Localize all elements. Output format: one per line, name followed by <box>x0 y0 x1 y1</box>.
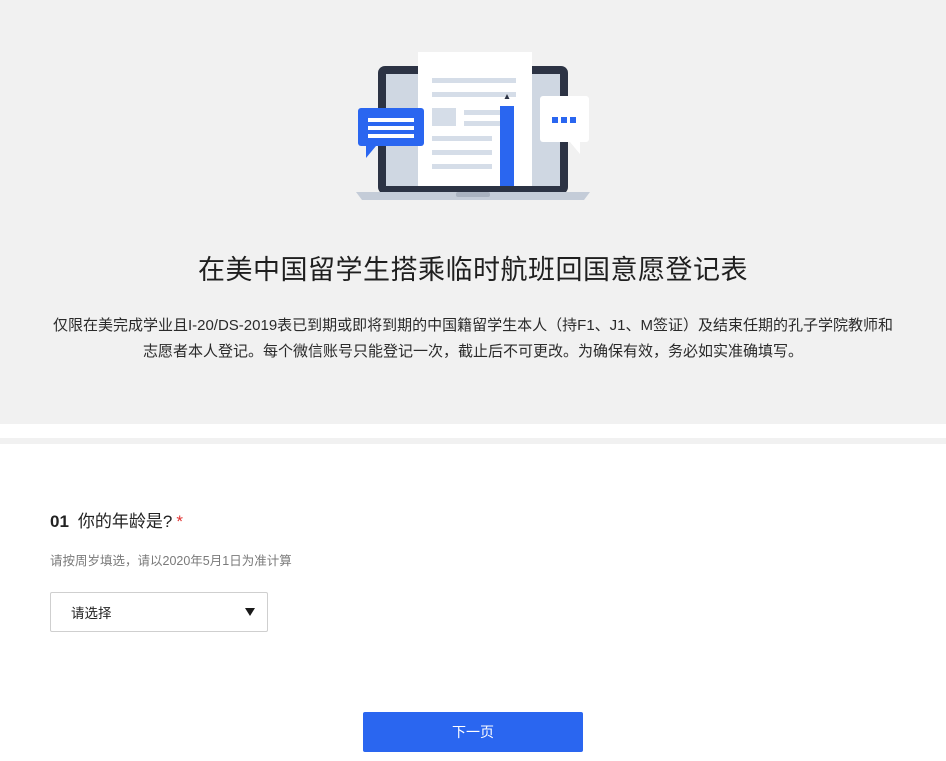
age-select[interactable]: 请选择 <box>50 592 268 632</box>
section-gap <box>0 424 946 438</box>
next-page-button[interactable]: 下一页 <box>363 712 583 752</box>
caret-down-icon <box>245 608 255 616</box>
age-select-value: 请选择 <box>71 606 112 621</box>
page-title: 在美中国留学生搭乘临时航班回国意愿登记表 <box>198 255 748 285</box>
question-number: 01 <box>50 512 69 531</box>
laptop-document-chat-illustration-icon <box>356 52 590 200</box>
required-mark: * <box>176 512 184 531</box>
form-header: 在美中国留学生搭乘临时航班回国意愿登记表 仅限在美完成学业且I-20/DS-20… <box>0 0 946 424</box>
section-divider <box>0 438 946 444</box>
question-label: 你的年龄是? <box>77 512 173 531</box>
question-title: 01 你的年龄是? * <box>50 507 183 532</box>
form-description: 仅限在美完成学业且I-20/DS-2019表已到期或即将到期的中国籍留学生本人（… <box>52 317 894 360</box>
question-hint: 请按周岁填选，请以2020年5月1日为准计算 <box>50 554 292 568</box>
